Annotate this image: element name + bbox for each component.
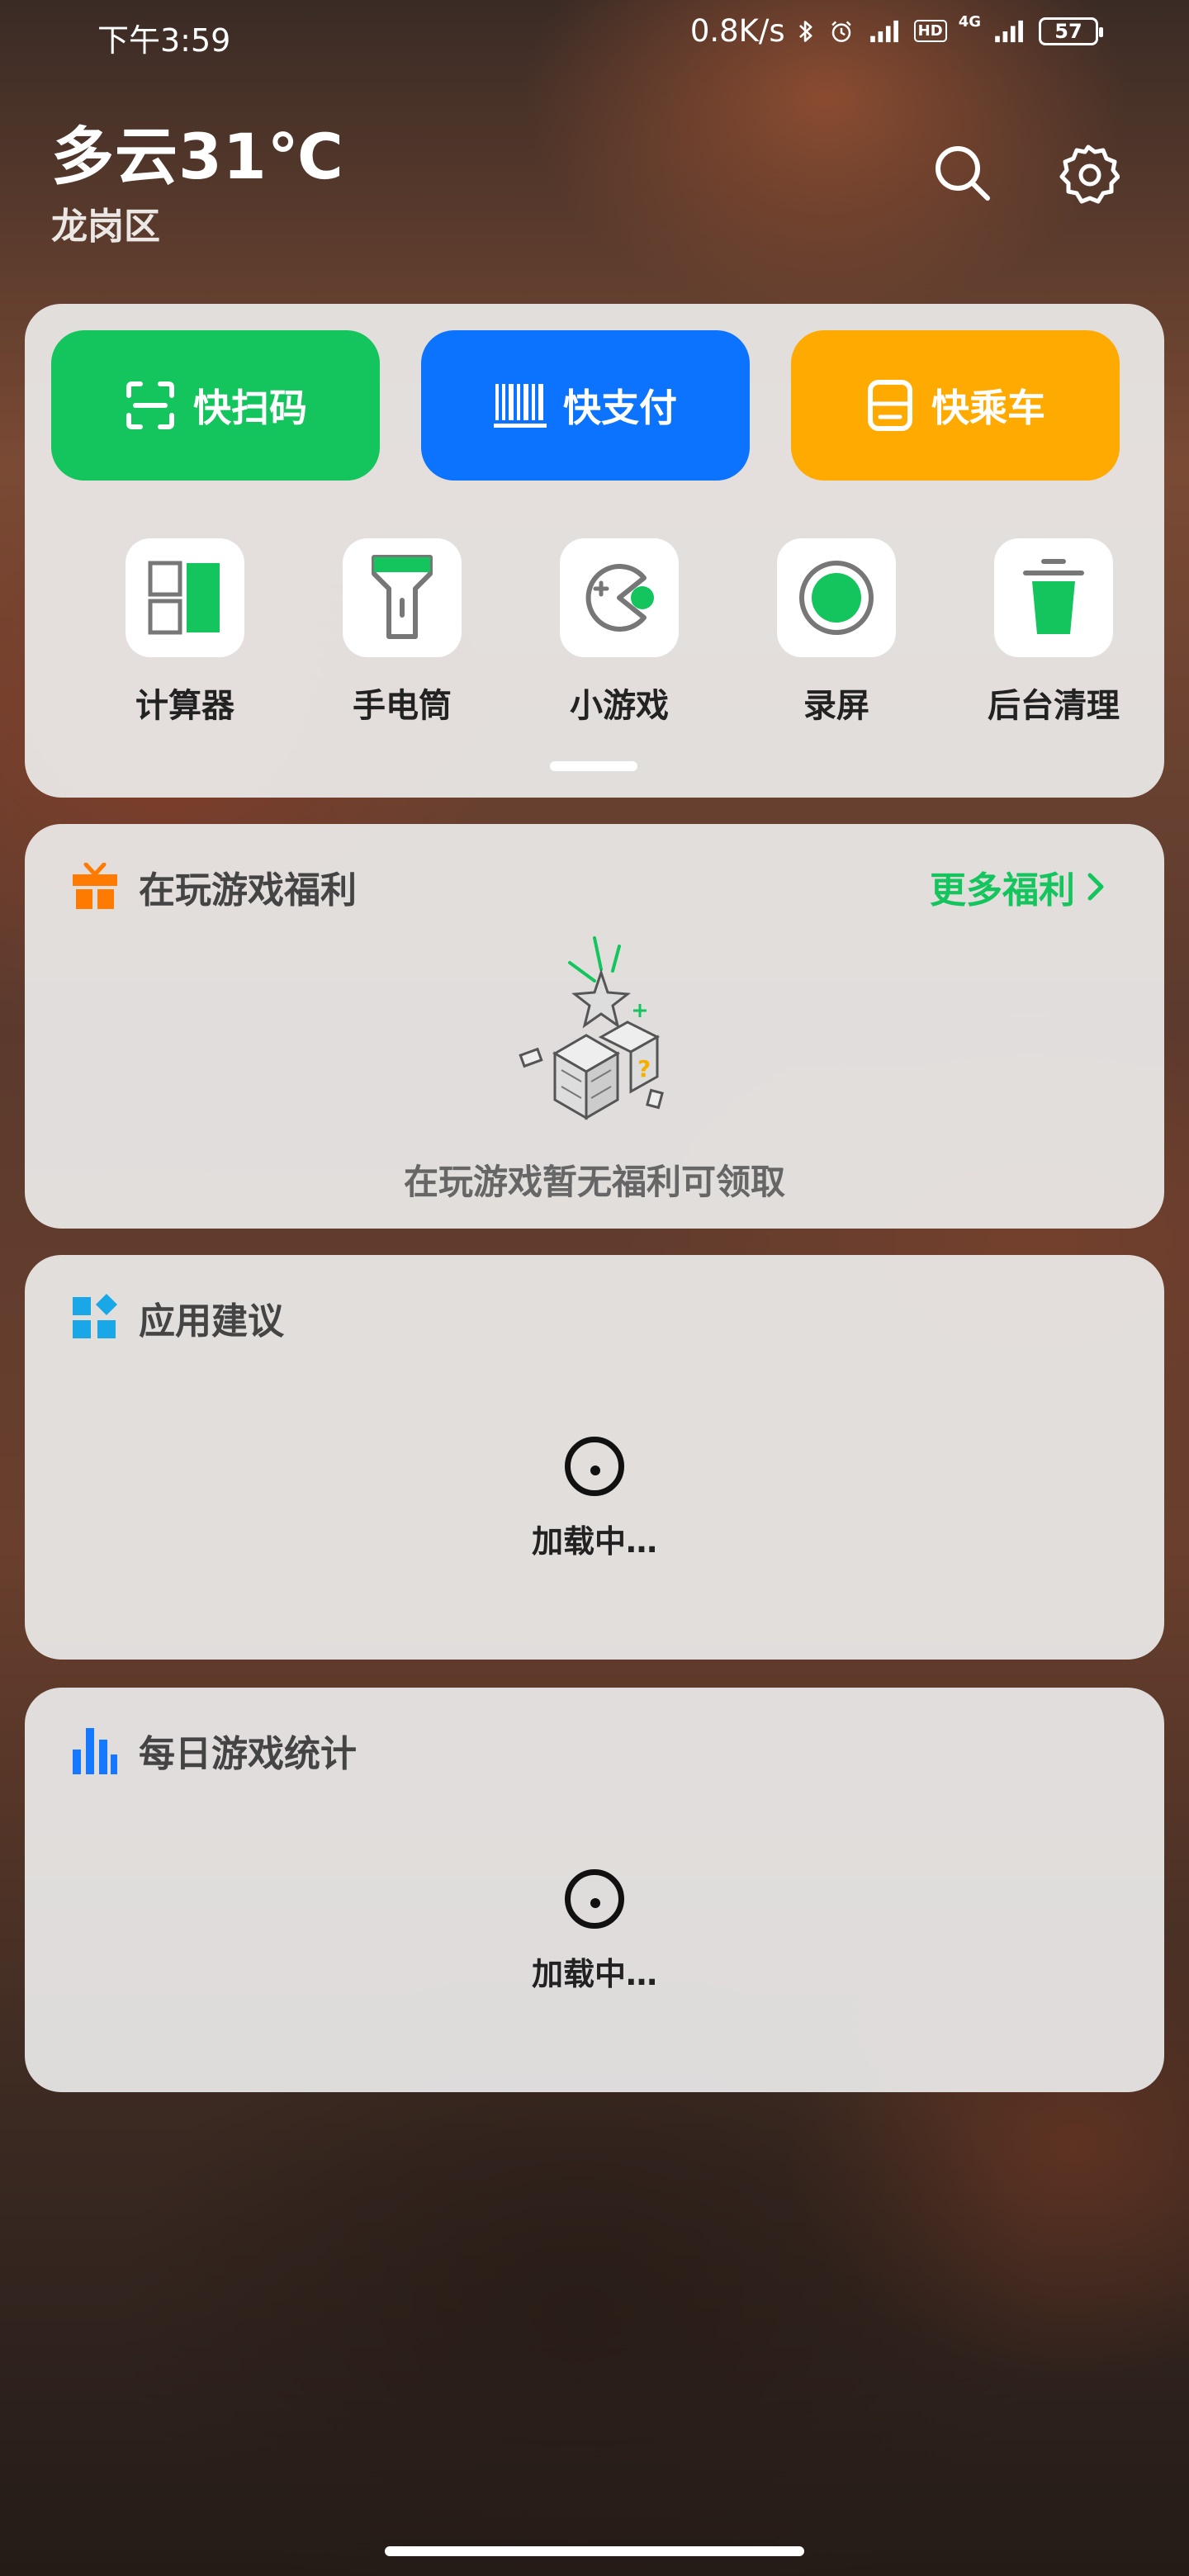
bus-card-icon (868, 380, 912, 431)
apps-grid-icon (73, 1294, 117, 1338)
quick-pay-label: 快支付 (563, 386, 677, 430)
net-speed: 0.8K/s (689, 13, 785, 49)
screen-record-icon (799, 561, 874, 635)
alarm-icon (831, 20, 851, 42)
search-icon (936, 146, 990, 201)
tool-label: 小游戏 (570, 687, 669, 725)
loading-spinner-icon (565, 1869, 624, 1929)
weather-location: 龙岗区 (51, 206, 160, 248)
page-indicator (550, 761, 637, 771)
card-title: 每日游戏统计 (139, 1733, 357, 1775)
tool-label: 录屏 (803, 687, 869, 725)
tool-screen-record[interactable]: 录屏 (754, 538, 919, 736)
trash-clean-icon (1023, 559, 1084, 634)
app-suggestions-card: 应用建议 加载中… (25, 1255, 1164, 1660)
more-benefits-link[interactable]: 更多福利 (930, 860, 1106, 913)
tool-mini-game[interactable]: 小游戏 (537, 538, 702, 736)
svg-text:?: ? (637, 1055, 651, 1082)
quick-scan-label: 快扫码 (193, 386, 307, 430)
barcode-icon (494, 384, 547, 428)
tools-card: 快扫码 快支付 快乘车 计算器 手电筒 小游戏 录屏 后台清理 (25, 304, 1164, 798)
settings-icon (1059, 144, 1120, 204)
status-bar: 下午3:59 0.8K/s HD 4G 57 (0, 0, 1189, 74)
card-header: 在玩游戏福利 (71, 860, 357, 913)
daily-game-stats-card: 每日游戏统计 加载中… (25, 1688, 1164, 2092)
network-type: 4G (958, 13, 981, 31)
tool-calculator[interactable]: 计算器 (102, 538, 268, 736)
more-benefits-label: 更多福利 (930, 869, 1075, 912)
mini-game-icon (585, 564, 654, 632)
weather-summary[interactable]: 多云31℃ (51, 106, 344, 197)
loading-spinner-icon (565, 1437, 624, 1496)
tool-flashlight-tile (343, 538, 462, 657)
loading-indicator: 加载中… (25, 1437, 1164, 1561)
settings-button[interactable] (1055, 140, 1121, 206)
quick-scan-button[interactable]: 快扫码 (51, 330, 380, 481)
loading-indicator: 加载中… (25, 1869, 1164, 1994)
card-header: 每日游戏统计 (71, 1724, 357, 1777)
tool-label: 手电筒 (353, 687, 452, 725)
loading-text: 加载中… (531, 1523, 657, 1560)
hd-icon: HD (913, 20, 947, 42)
card-title: 应用建议 (139, 1300, 284, 1342)
gift-icon (73, 863, 117, 909)
tool-flashlight[interactable]: 手电筒 (320, 538, 485, 736)
quick-bus-label: 快乘车 (931, 386, 1045, 430)
quick-pay-button[interactable]: 快支付 (421, 330, 750, 481)
battery-level: 57 (1054, 19, 1082, 43)
status-right-group: 0.8K/s HD 4G 57 (689, 13, 1103, 49)
signal-4g-icon (995, 20, 1023, 42)
loading-text: 加载中… (531, 1956, 657, 1992)
scan-icon (126, 381, 174, 429)
card-title: 在玩游戏福利 (139, 869, 357, 912)
signal-icon (869, 20, 898, 42)
tool-screen-record-tile (777, 538, 896, 657)
bar-chart-icon (73, 1728, 117, 1774)
empty-gift-illustration: ? (519, 936, 664, 1120)
card-header: 应用建议 (71, 1291, 284, 1344)
battery-icon: 57 (1039, 17, 1103, 45)
tool-mini-game-tile (560, 538, 679, 657)
tool-label: 计算器 (135, 687, 234, 725)
tool-calculator-tile (126, 538, 244, 657)
home-indicator[interactable] (385, 2546, 804, 2556)
tool-background-clean[interactable]: 后台清理 (971, 538, 1136, 736)
bluetooth-icon (798, 20, 812, 42)
flashlight-icon (372, 555, 433, 639)
calculator-icon (148, 561, 220, 635)
search-button[interactable] (930, 140, 996, 206)
tool-background-clean-tile (994, 538, 1113, 657)
game-benefits-card: 在玩游戏福利 更多福利 ? 在玩游戏暂无福利可领取 (25, 824, 1164, 1229)
status-time: 下午3:59 (97, 22, 231, 59)
quick-bus-button[interactable]: 快乘车 (791, 330, 1120, 481)
tool-label: 后台清理 (988, 687, 1120, 725)
chevron-right-icon (1087, 873, 1104, 901)
empty-benefits-text: 在玩游戏暂无福利可领取 (403, 1162, 785, 1202)
